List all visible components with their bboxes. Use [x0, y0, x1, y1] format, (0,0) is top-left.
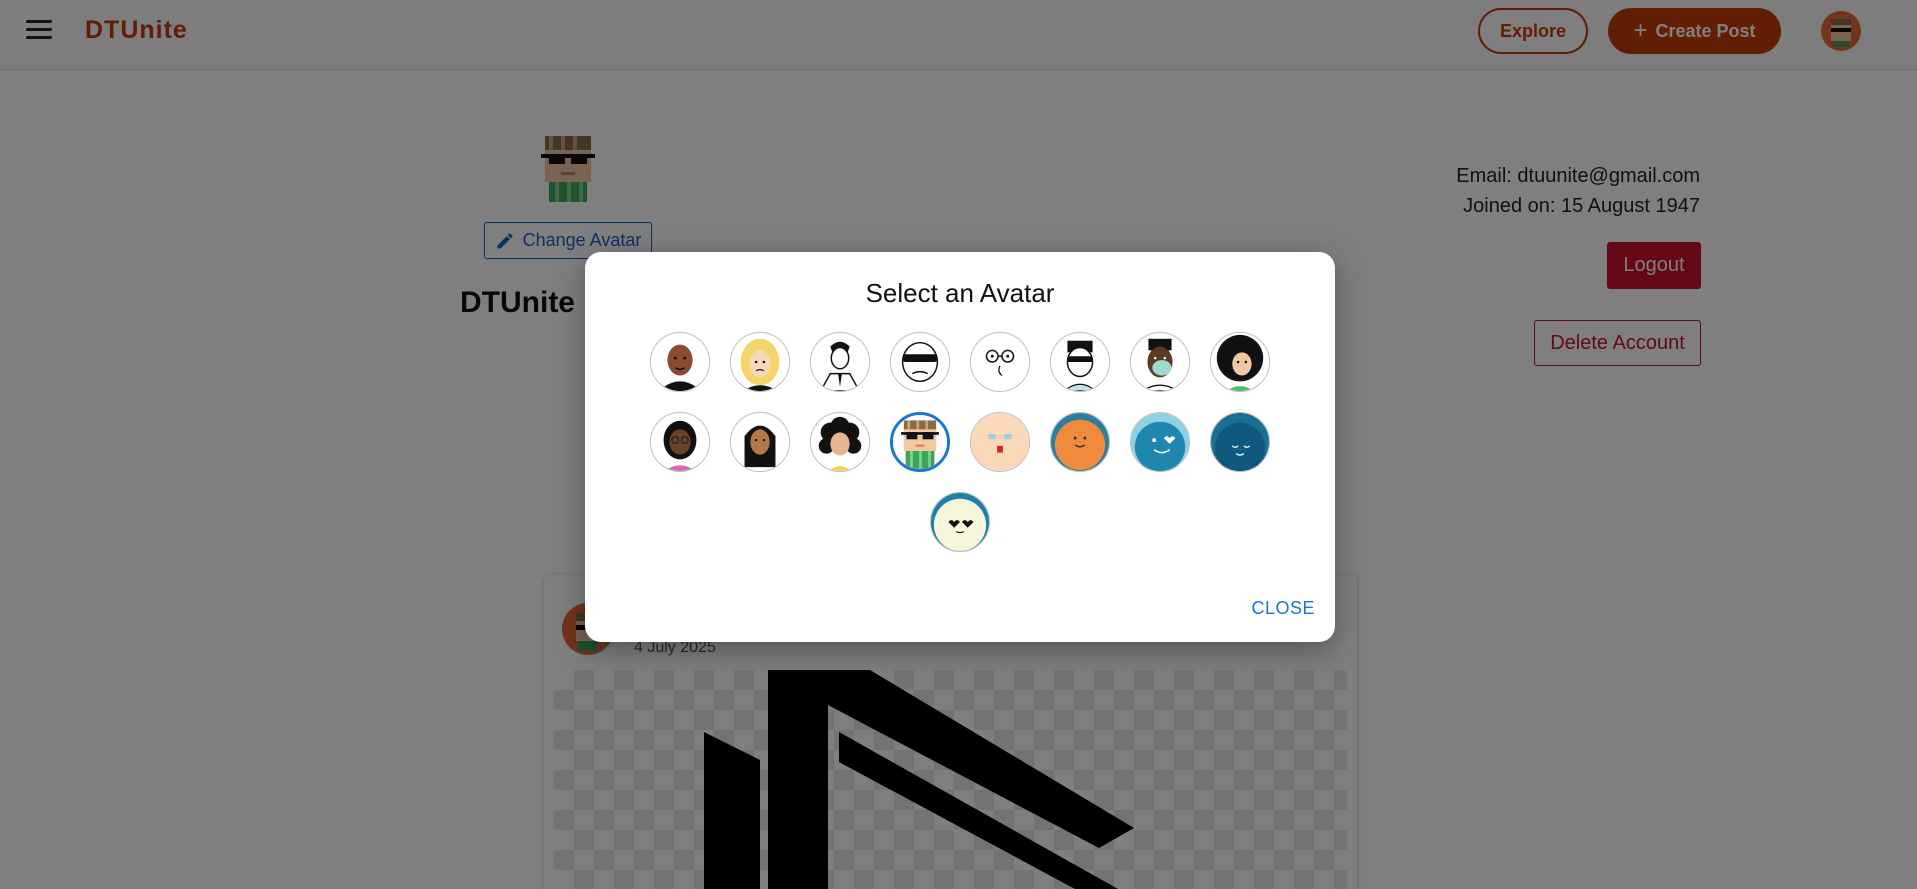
avatar-option-afro-woman[interactable] [1210, 332, 1270, 392]
avatar-option-sunglasses-man[interactable] [1050, 332, 1110, 392]
blue-heart-eyes-avatar-icon [1131, 413, 1189, 471]
avatar-option-sunglasses-face[interactable] [890, 332, 950, 392]
select-avatar-dialog: Select an Avatar CLOSE [585, 252, 1335, 642]
cream-heart-eyes-avatar-icon [931, 493, 989, 551]
dark-blue-sleepy-avatar-icon [1211, 413, 1269, 471]
sunglasses-man-avatar-icon [1051, 333, 1109, 391]
dialog-title: Select an Avatar [865, 278, 1055, 308]
avatar-option-orange-smile[interactable] [1050, 412, 1110, 472]
long-hair-woman-avatar-icon [731, 413, 789, 471]
pixel-sunglasses-avatar-icon [893, 415, 947, 469]
blonde-woman-avatar-icon [731, 333, 789, 391]
avatar-option-blonde-woman[interactable] [730, 332, 790, 392]
sunglasses-face-avatar-icon [891, 333, 949, 391]
avatar-option-man-in-suit[interactable] [810, 332, 870, 392]
curly-hair-woman-avatar-icon [811, 413, 869, 471]
avatar-option-bald-man[interactable] [650, 332, 710, 392]
avatar-option-blue-heart-eyes[interactable] [1130, 412, 1190, 472]
orange-smile-avatar-icon [1051, 413, 1109, 471]
avatar-option-peach-face[interactable] [970, 412, 1030, 472]
avatar-option-pixel-sunglasses[interactable] [890, 412, 950, 472]
woman-glasses-avatar-icon [651, 413, 709, 471]
avatar-option-woman-glasses[interactable] [650, 412, 710, 472]
avatar-option-masked-man[interactable] [1130, 332, 1190, 392]
avatar-grid [649, 332, 1271, 552]
avatar-option-dark-blue-sleepy[interactable] [1210, 412, 1270, 472]
avatar-option-glasses-face[interactable] [970, 332, 1030, 392]
avatar-option-long-hair-woman[interactable] [730, 412, 790, 472]
avatar-option-cream-heart-eyes[interactable] [930, 492, 990, 552]
avatar-option-curly-hair-woman[interactable] [810, 412, 870, 472]
man-in-suit-avatar-icon [811, 333, 869, 391]
close-button[interactable]: CLOSE [1251, 598, 1315, 619]
masked-man-avatar-icon [1131, 333, 1189, 391]
bald-man-avatar-icon [651, 333, 709, 391]
peach-face-avatar-icon [971, 413, 1029, 471]
glasses-face-avatar-icon [971, 333, 1029, 391]
afro-woman-avatar-icon [1211, 333, 1269, 391]
